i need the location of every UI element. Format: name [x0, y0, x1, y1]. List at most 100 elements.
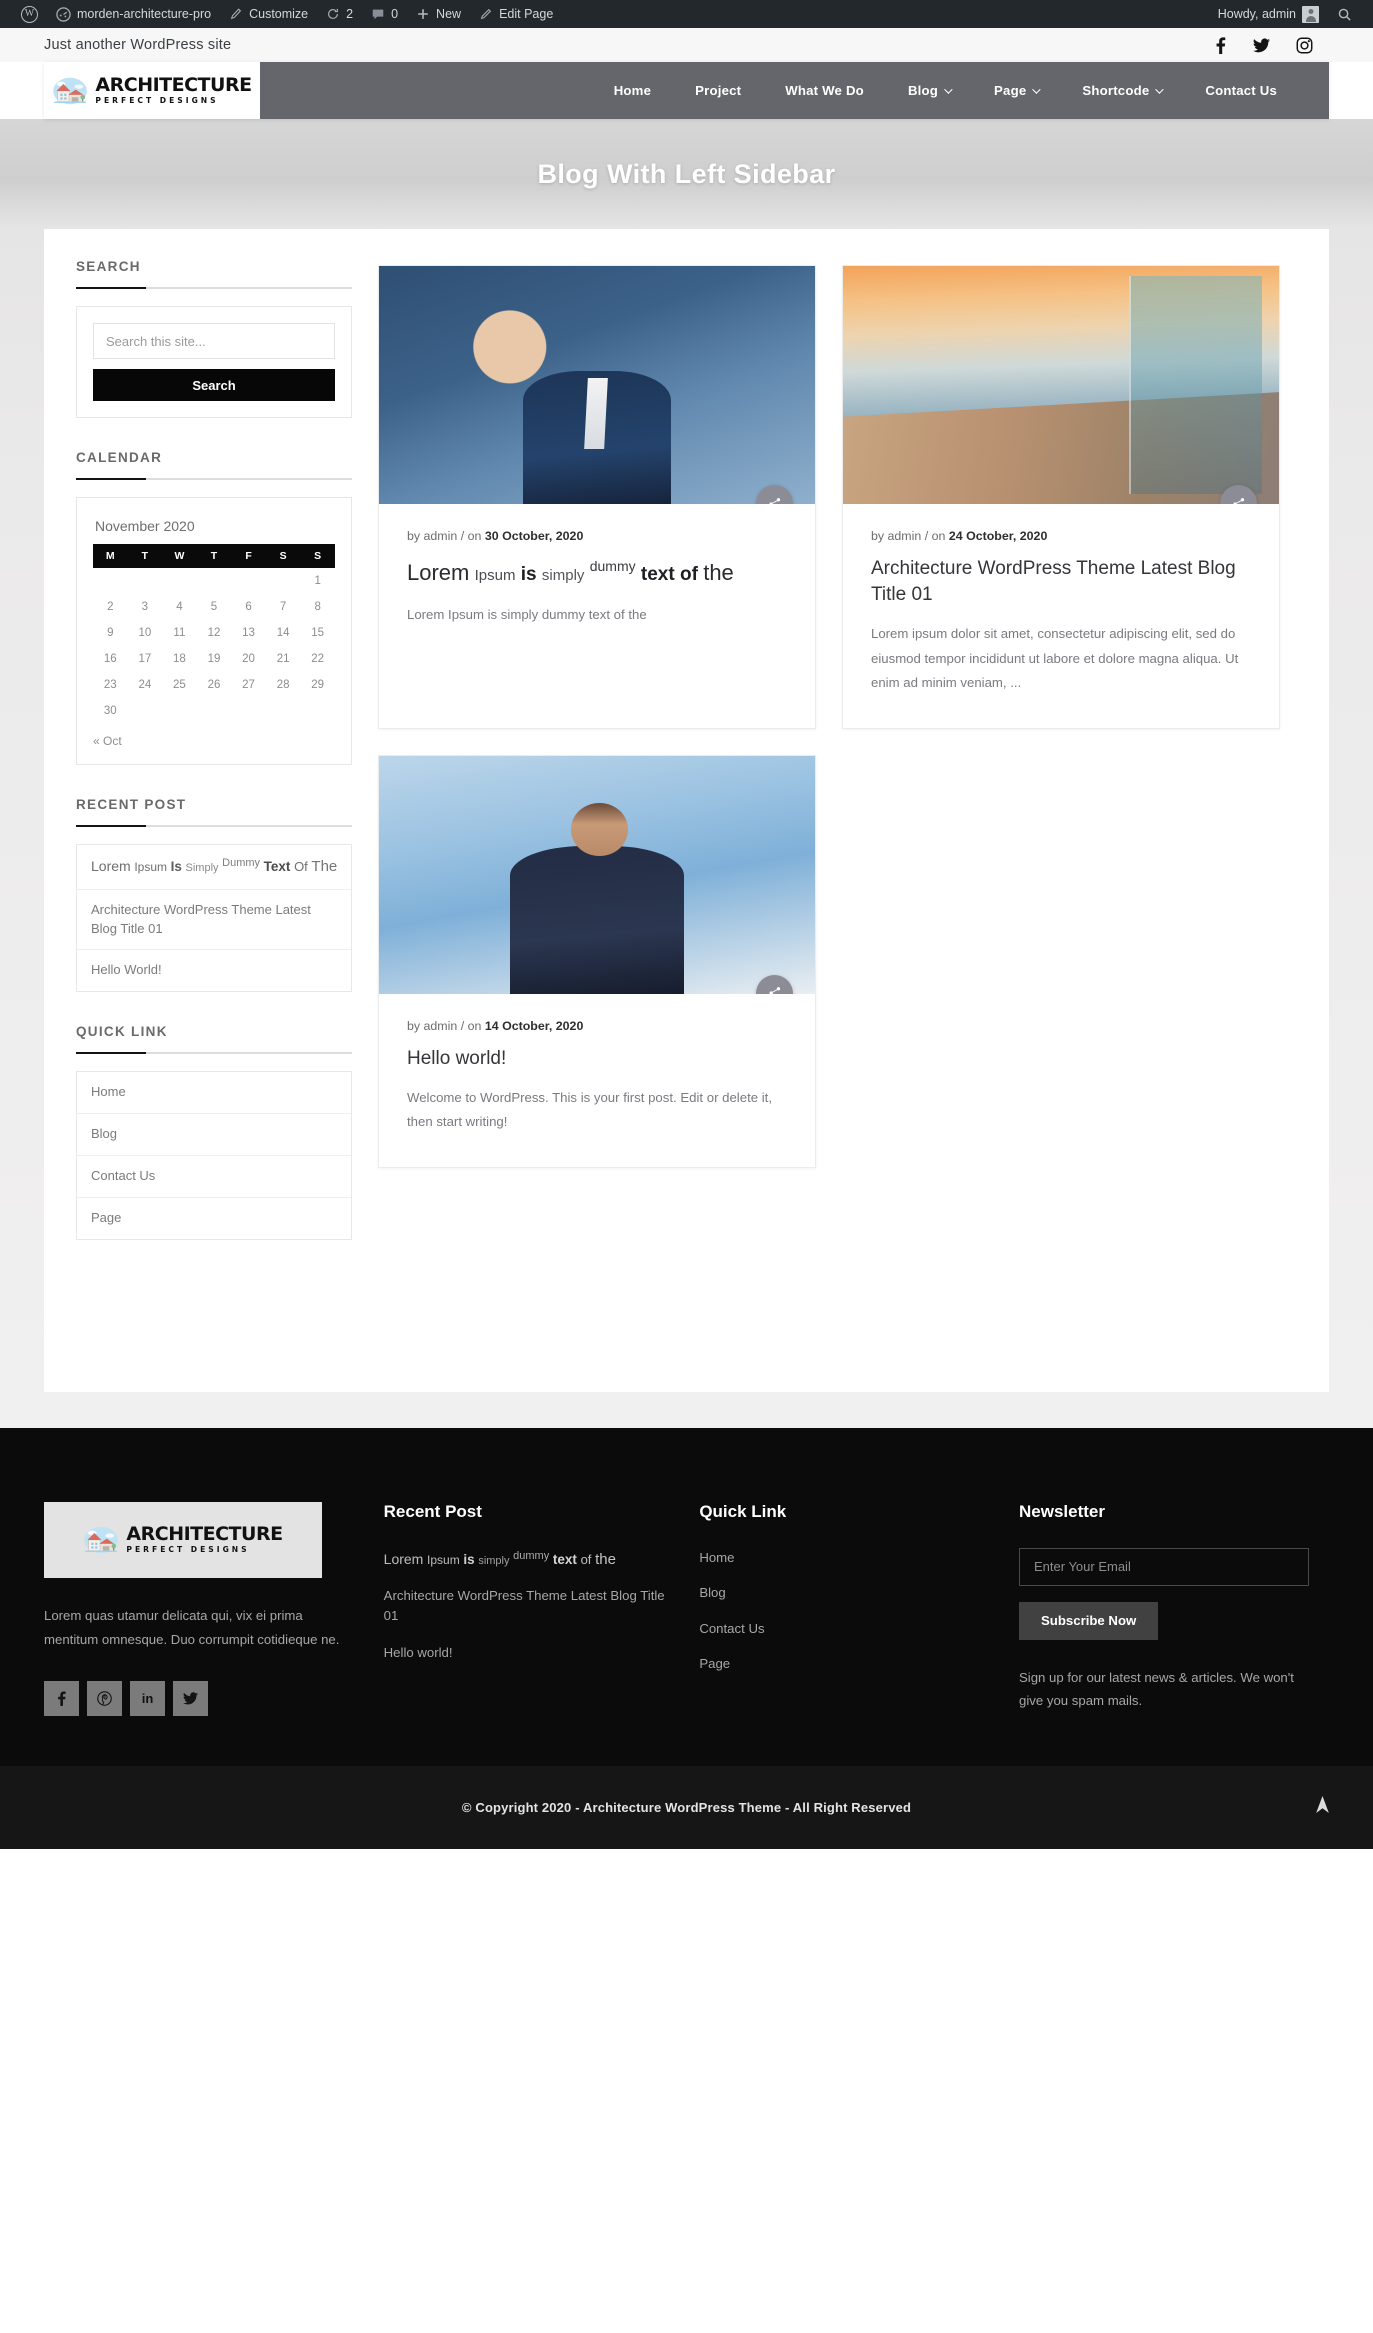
- widget-divider: [76, 825, 352, 827]
- post-excerpt: Welcome to WordPress. This is your first…: [407, 1089, 772, 1130]
- footer-recent-post-word: Lorem: [383, 1550, 424, 1567]
- footer-logo[interactable]: ARCHITECTURE PERFECT DESIGNS: [44, 1501, 322, 1578]
- site-logo[interactable]: ARCHITECTURE PERFECT DESIGNS: [44, 62, 260, 119]
- calendar-day: 27: [242, 679, 255, 691]
- nav-item-contact-us[interactable]: Contact Us: [1183, 83, 1299, 98]
- calendar-day: [162, 698, 197, 724]
- post-author-prefix: by admin / on: [871, 529, 949, 543]
- post-meta: by admin / on 14 October, 2020: [407, 1019, 787, 1033]
- footer-recent-post-item[interactable]: Hello world!: [384, 1643, 674, 1663]
- pinterest-icon[interactable]: [87, 1680, 122, 1716]
- twitter-icon[interactable]: [1253, 37, 1270, 54]
- quick-link-item-home[interactable]: Home: [77, 1072, 351, 1115]
- adminbar-comments[interactable]: 0: [362, 0, 407, 28]
- nav-item-home[interactable]: Home: [592, 83, 673, 98]
- calendar-day-header: S: [265, 544, 301, 568]
- post-title[interactable]: Hello world!: [407, 1046, 787, 1072]
- nav-item-page[interactable]: Page: [972, 83, 1060, 98]
- footer-social-links: in: [44, 1680, 358, 1716]
- share-icon[interactable]: [756, 485, 793, 504]
- share-icon[interactable]: [1220, 485, 1257, 504]
- recent-post-word: Simply: [185, 862, 219, 874]
- topbar-social-links: [1214, 36, 1331, 54]
- recent-post-item[interactable]: Lorem Ipsum Is Simply Dummy Text Of The: [77, 845, 351, 890]
- comment-bubble-icon: [371, 7, 385, 21]
- quick-link-item-blog[interactable]: Blog: [77, 1114, 351, 1156]
- chevron-down-icon: [1155, 84, 1165, 94]
- calendar-day: 8: [314, 601, 321, 613]
- post-title[interactable]: Lorem Ipsum is simply dummy text of the: [407, 556, 787, 589]
- facebook-icon[interactable]: [44, 1680, 79, 1716]
- instagram-icon[interactable]: [1296, 37, 1313, 54]
- nav-label: Blog: [907, 83, 939, 98]
- post-thumbnail-businesswoman[interactable]: [379, 755, 815, 994]
- calendar-prev-month-link[interactable]: « Oct: [93, 724, 335, 748]
- calendar-day: 9: [107, 627, 114, 639]
- linkedin-icon[interactable]: in: [130, 1680, 165, 1716]
- post-thumbnail-businessman[interactable]: [379, 266, 815, 504]
- footer-quick-link-home[interactable]: Home: [699, 1548, 993, 1568]
- nav-item-blog[interactable]: Blog: [886, 83, 972, 98]
- footer-recent-post-word: Ipsum: [427, 1552, 460, 1567]
- footer-recent-post-word: dummy: [513, 1549, 550, 1562]
- site-logo-subtitle: PERFECT DESIGNS: [95, 96, 219, 106]
- calendar-day: 5: [210, 601, 218, 613]
- recent-post-item[interactable]: Architecture WordPress Theme Latest Blog…: [77, 890, 351, 951]
- adminbar-updates[interactable]: 2: [317, 0, 362, 28]
- adminbar-site-name[interactable]: morden-architecture-pro: [47, 0, 220, 28]
- wp-logo-menu[interactable]: [12, 0, 47, 28]
- search-input[interactable]: [93, 323, 335, 359]
- twitter-icon[interactable]: [173, 1680, 208, 1716]
- copyright-bar: © Copyright 2020 - Architecture WordPres…: [0, 1765, 1373, 1849]
- nav-item-project[interactable]: Project: [673, 83, 763, 98]
- post-title[interactable]: Architecture WordPress Theme Latest Blog…: [871, 556, 1251, 608]
- post-date: 24 October, 2020: [948, 529, 1048, 543]
- post-title-word: is: [520, 564, 537, 585]
- search-icon: [1337, 7, 1352, 22]
- page-shell: SEARCH Search CALENDAR November 2020 M: [0, 229, 1373, 1428]
- quick-link-item-contact-us[interactable]: Contact Us: [77, 1156, 351, 1198]
- site-topbar: Just another WordPress site: [0, 28, 1373, 62]
- calendar-table: M T W T F S S 1 2 3 4 5 6 7 8 9 10 11 12…: [93, 544, 335, 724]
- facebook-icon[interactable]: [1214, 36, 1227, 54]
- search-button[interactable]: Search: [93, 369, 335, 401]
- footer-quick-link-contact-us[interactable]: Contact Us: [699, 1619, 993, 1639]
- adminbar-my-account[interactable]: Howdy, admin: [1209, 0, 1328, 28]
- adminbar-edit-page-label: Edit Page: [499, 7, 554, 21]
- calendar-day: 12: [207, 627, 221, 639]
- footer-recent-post-item[interactable]: Lorem Ipsum is simply dummy text of the: [384, 1548, 674, 1571]
- primary-navigation: Home Project What We Do Blog Page Shortc…: [260, 62, 1329, 119]
- calendar-caption: November 2020: [95, 518, 195, 534]
- post-meta: by admin / on 30 October, 2020: [407, 529, 787, 543]
- recent-post-word: Lorem: [91, 858, 131, 874]
- calendar-day: 24: [138, 679, 152, 691]
- site-header: ARCHITECTURE PERFECT DESIGNS Home Projec…: [0, 62, 1373, 119]
- calendar-day: 14: [276, 627, 290, 639]
- scroll-to-top-icon[interactable]: [1314, 1795, 1331, 1819]
- adminbar-new[interactable]: New: [407, 0, 470, 28]
- footer-recent-post-item[interactable]: Architecture WordPress Theme Latest Blog…: [384, 1586, 674, 1627]
- footer-quick-link-blog[interactable]: Blog: [699, 1583, 993, 1603]
- post-date: 30 October, 2020: [484, 529, 584, 543]
- share-icon[interactable]: [756, 974, 793, 994]
- footer-logo-subtitle: PERFECT DESIGNS: [126, 1545, 250, 1555]
- footer-quick-link-column: Quick Link Home Blog Contact Us Page: [699, 1502, 1019, 1716]
- quick-link-item-page[interactable]: Page: [77, 1198, 351, 1239]
- adminbar-search[interactable]: [1328, 0, 1361, 28]
- nav-label: Project: [695, 83, 742, 98]
- post-date: 14 October, 2020: [484, 1018, 584, 1033]
- adminbar-edit-page[interactable]: Edit Page: [470, 0, 562, 28]
- newsletter-subscribe-button[interactable]: Subscribe Now: [1019, 1601, 1159, 1640]
- recent-post-item[interactable]: Hello World!: [77, 950, 351, 991]
- newsletter-email-input[interactable]: [1019, 1547, 1309, 1586]
- adminbar-customize[interactable]: Customize: [220, 0, 317, 28]
- brush-icon: [229, 7, 243, 21]
- calendar-day: [266, 698, 301, 724]
- post-thumbnail-boardwalk[interactable]: [843, 266, 1279, 504]
- page-title: Blog With Left Sidebar: [537, 159, 836, 189]
- calendar-day: 16: [103, 653, 117, 665]
- footer-newsletter-heading: Newsletter: [1019, 1501, 1105, 1521]
- footer-quick-link-page[interactable]: Page: [699, 1654, 993, 1674]
- nav-item-what-we-do[interactable]: What We Do: [763, 83, 886, 98]
- nav-item-shortcode[interactable]: Shortcode: [1060, 83, 1183, 98]
